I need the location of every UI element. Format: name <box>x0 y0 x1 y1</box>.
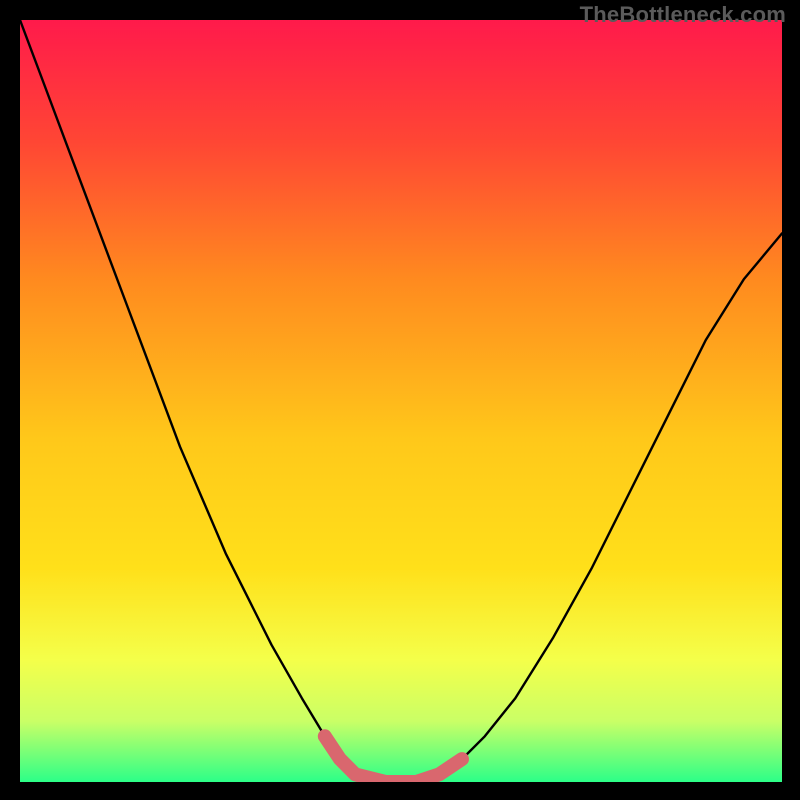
watermark-text: TheBottleneck.com <box>580 2 786 28</box>
plot-area <box>20 20 782 782</box>
chart-frame: TheBottleneck.com <box>0 0 800 800</box>
gradient-background <box>20 20 782 782</box>
chart-svg <box>20 20 782 782</box>
